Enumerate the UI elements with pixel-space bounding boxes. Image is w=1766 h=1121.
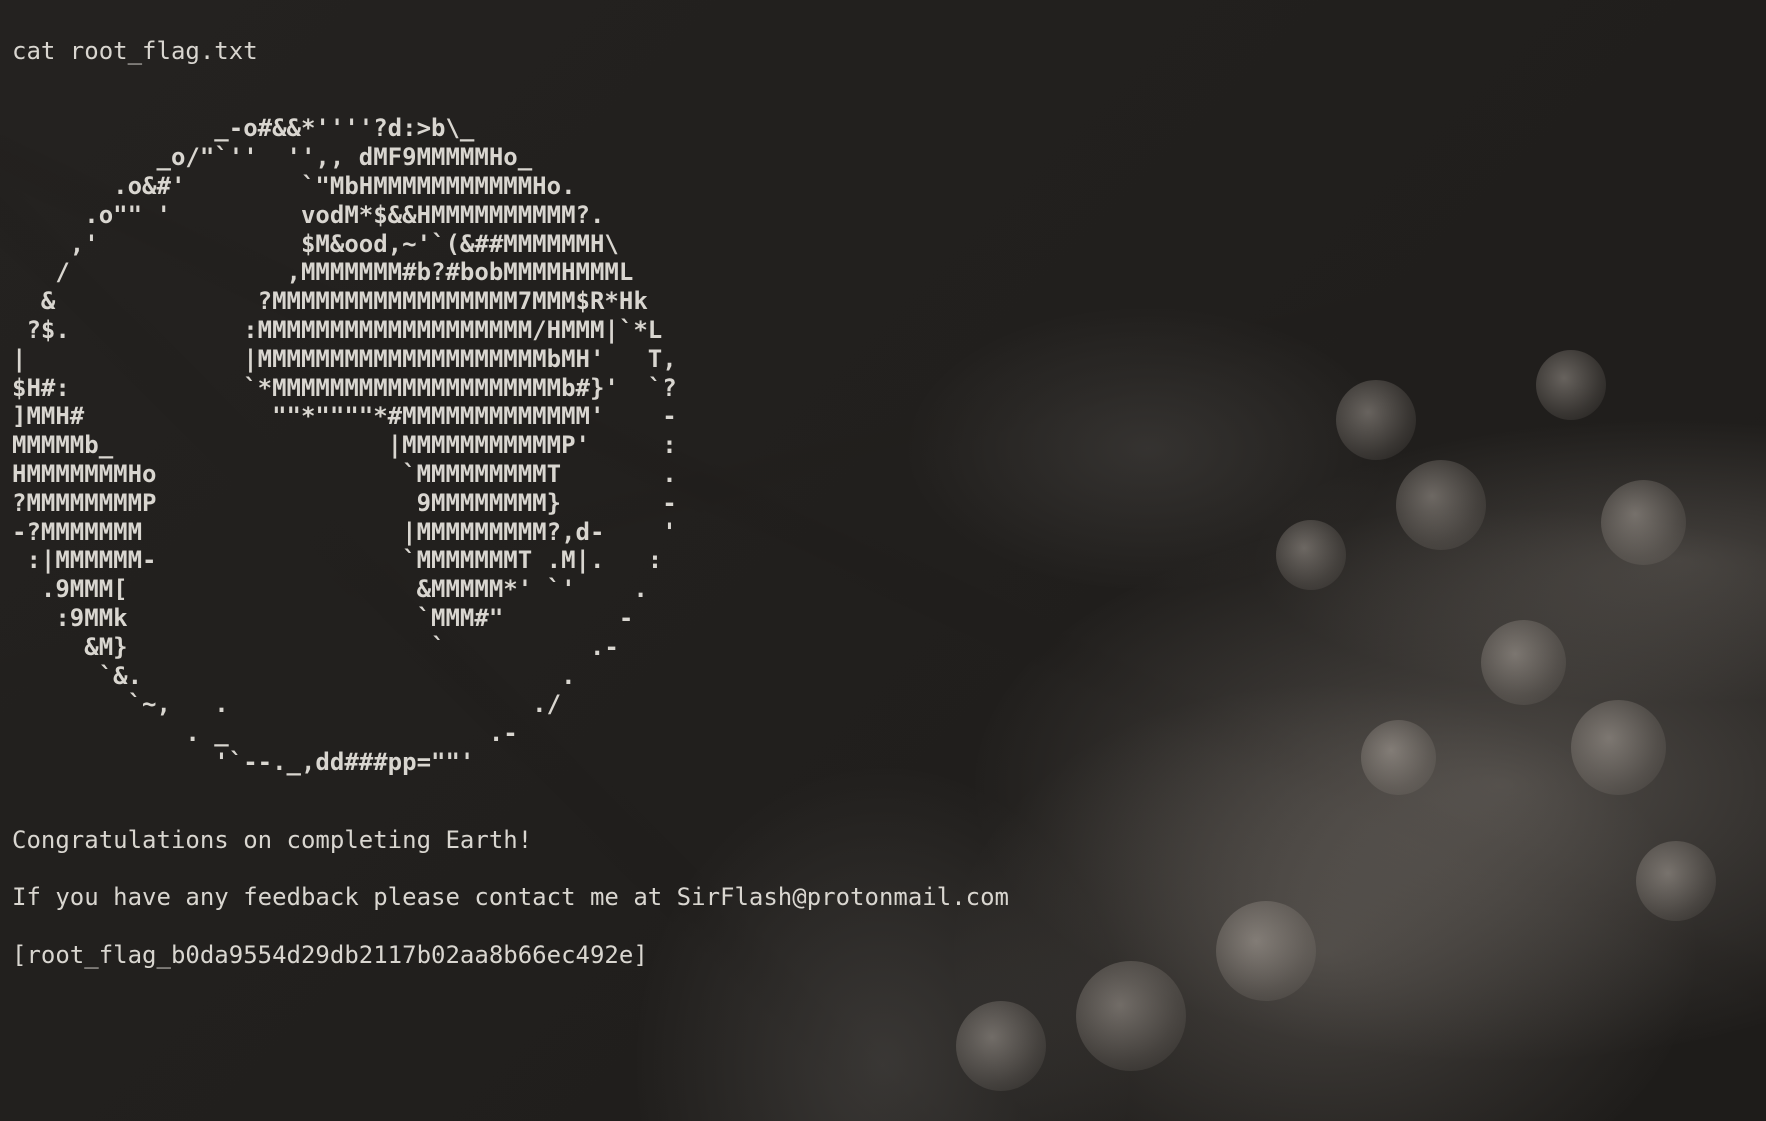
congratulations-text: Congratulations on completing Earth! [12, 826, 1754, 855]
ascii-art-earth: _-o#&&*''''?d:>b\_ _o/"`'' '',, dMF9MMMM… [12, 114, 1754, 776]
terminal-output[interactable]: cat root_flag.txt _-o#&&*''''?d:>b\_ _o/… [0, 0, 1766, 1006]
feedback-text: If you have any feedback please contact … [12, 883, 1754, 912]
command-line: cat root_flag.txt [12, 37, 1754, 66]
flag-text: [root_flag_b0da9554d29db2117b02aa8b66ec4… [12, 941, 1754, 970]
background-flower [956, 1001, 1046, 1091]
